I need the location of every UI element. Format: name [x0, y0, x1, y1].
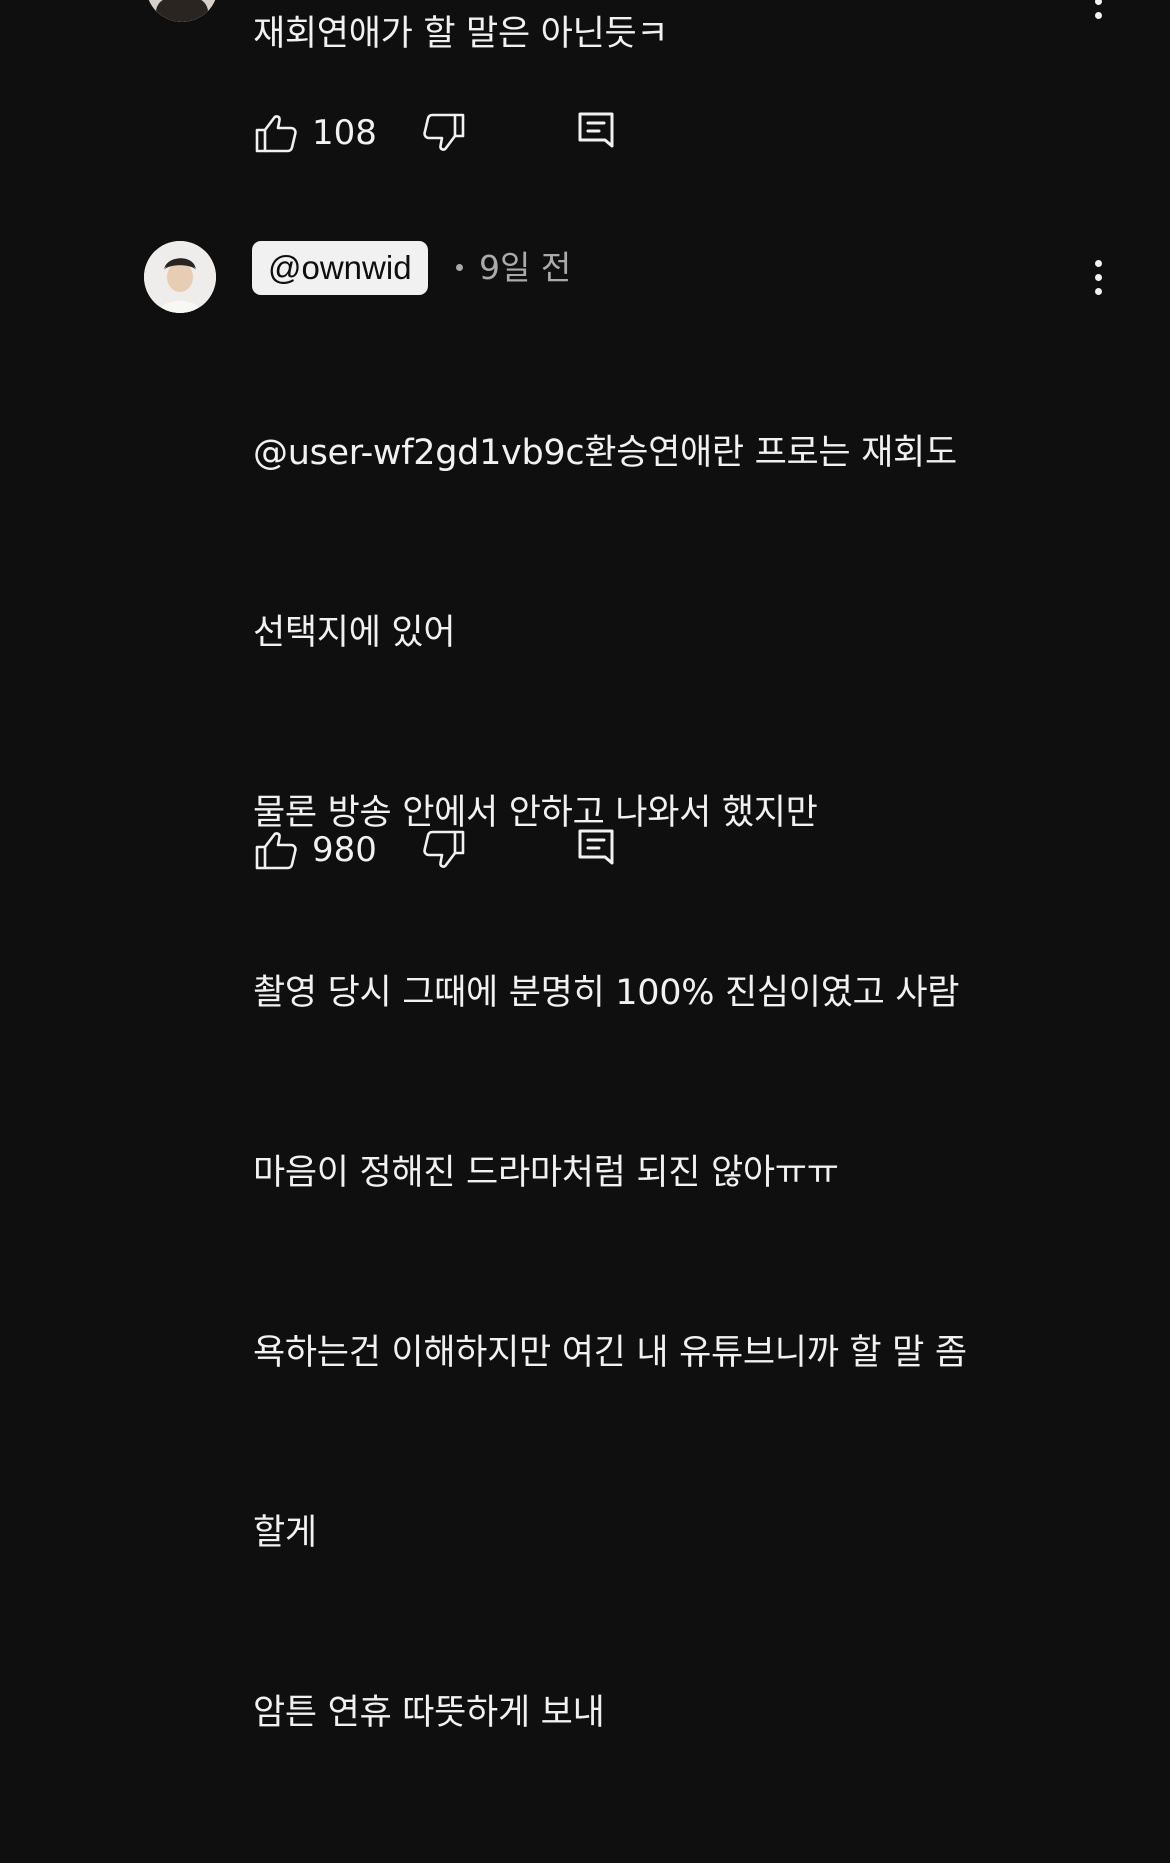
comment-line: 암튼 연휴 따뜻하게 보내 [253, 1693, 605, 1733]
thumbs-down-icon [423, 113, 465, 151]
comment-time: 9일 전 [479, 248, 572, 287]
more-vert-icon[interactable] [1083, 0, 1113, 26]
comment-actions: 108 [253, 108, 673, 158]
comment-text: 재회연애가 할 말은 아닌듯ㅋ [253, 14, 669, 54]
author-handle-chip[interactable]: @ownwid [252, 241, 428, 295]
comment-line: @user-wf2gd1vb9c환승연애란 프로는 재회도 [253, 433, 957, 473]
comment-meta: 9일 전 [456, 241, 571, 295]
previous-comment: 재회연애가 할 말은 아닌듯ㅋ 108 [0, 0, 1170, 200]
avatar[interactable] [144, 241, 216, 313]
comment-line: 촬영 당시 그때에 분명히 100% 진심이였고 사람 [253, 973, 960, 1013]
avatar[interactable] [146, 0, 218, 22]
comment-line: 할게 [253, 1513, 317, 1553]
comment-text: @user-wf2gd1vb9c환승연애란 프로는 재회도 선택지에 있어 물론… [253, 303, 967, 1863]
reply-button[interactable] [573, 825, 619, 875]
separator-dot [456, 264, 463, 271]
reply-button[interactable] [573, 108, 619, 158]
more-vert-icon[interactable] [1083, 252, 1113, 302]
comment-actions: 980 [253, 825, 673, 875]
thumbs-up-icon [255, 115, 297, 153]
reply-comment-icon [578, 112, 614, 148]
thumbs-up-icon [255, 832, 297, 870]
dislike-button[interactable] [421, 825, 467, 875]
comment-line: 욕하는건 이해하지만 여긴 내 유튜브니까 할 말 좀 [253, 1333, 967, 1373]
like-count: 980 [312, 830, 377, 870]
comment-line: 선택지에 있어 [253, 613, 456, 653]
thumbs-down-icon [423, 830, 465, 868]
avatar-image [144, 241, 216, 313]
like-count: 108 [312, 113, 377, 153]
like-button[interactable] [253, 825, 299, 875]
reply-comment-icon [578, 829, 614, 865]
avatar-image [146, 0, 218, 22]
like-button[interactable] [253, 108, 299, 158]
comment-line: 마음이 정해진 드라마처럼 되진 않아ㅠㅠ [253, 1153, 839, 1193]
dislike-button[interactable] [421, 108, 467, 158]
